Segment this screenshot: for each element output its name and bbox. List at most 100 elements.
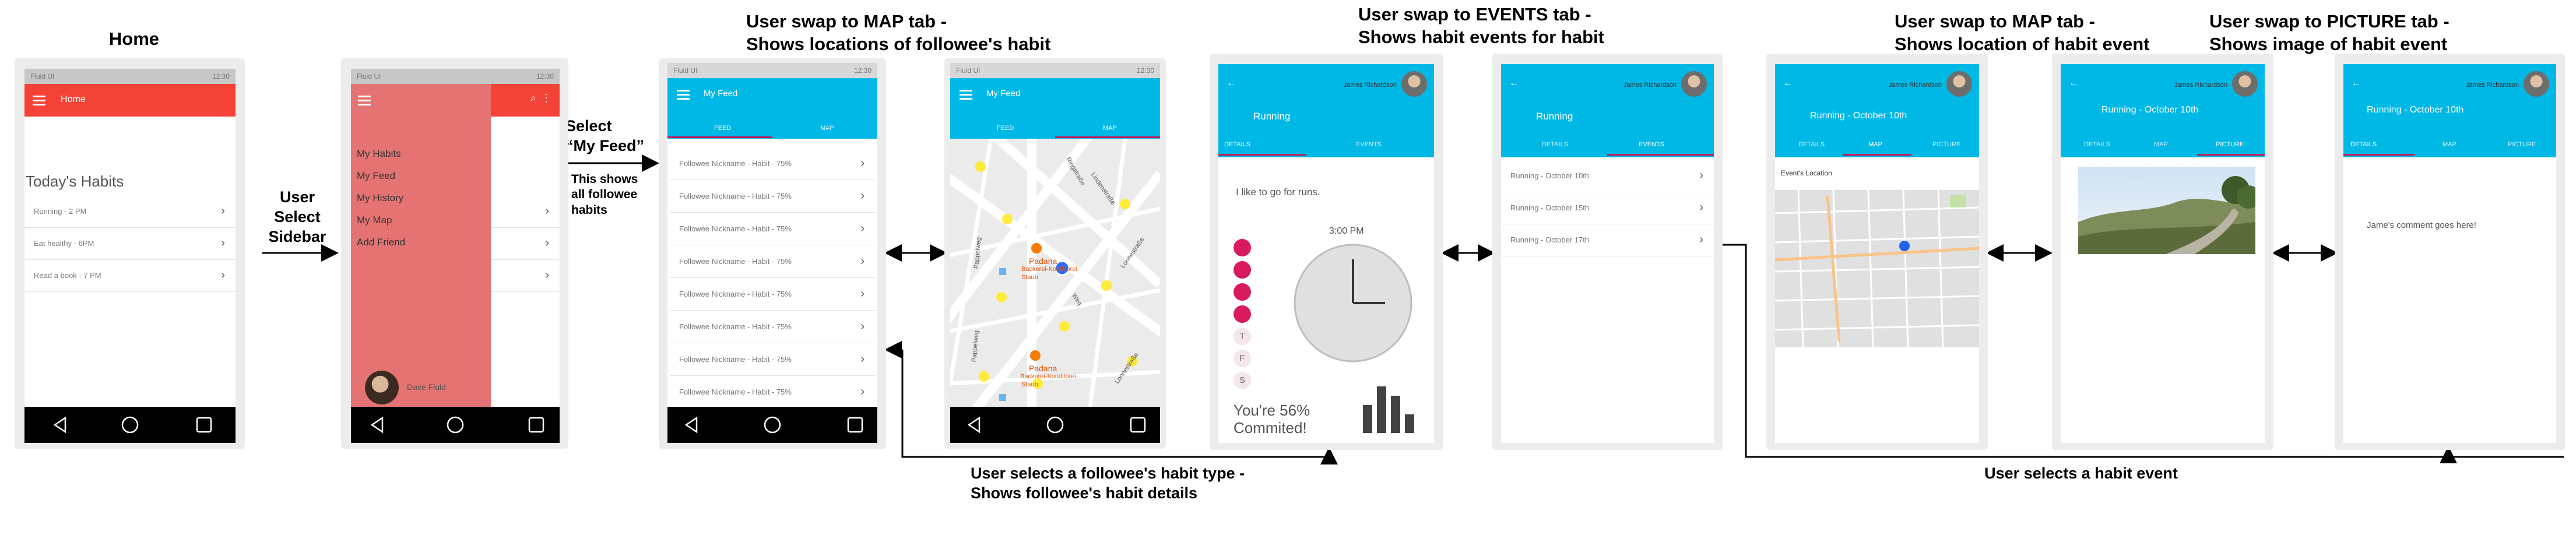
back-arrow-icon[interactable]: ← (1227, 78, 1236, 89)
tab-feed[interactable]: FEED (997, 125, 1014, 132)
chevron-right-icon: › (1699, 169, 1703, 182)
feed-row[interactable]: Followee Nickname - Habit - 75% › (670, 311, 875, 343)
more-icon[interactable]: ⋮ (541, 92, 551, 104)
chevron-right-icon: › (860, 353, 864, 365)
events-tabs: DETAILS EVENTS (1501, 134, 1714, 156)
event-row[interactable]: Running - October 10th › (1501, 160, 1714, 192)
home-icon[interactable] (764, 416, 781, 434)
event-title: Running - October 10th (1810, 111, 1907, 121)
event-details-app-bar: ← James Richardson Running - October 10t… (2343, 64, 2556, 157)
sidebar-item-add-friend[interactable]: Add Friend (357, 237, 405, 248)
tab-details[interactable]: DETAILS (2084, 141, 2110, 148)
menu-icon[interactable] (960, 87, 972, 102)
feed-row[interactable]: Followee Nickname - Habit - 75% › (670, 181, 875, 213)
feed-row-label: Followee Nickname - Habit - 75% (679, 355, 792, 364)
back-icon[interactable] (684, 416, 698, 434)
back-icon[interactable] (370, 416, 384, 434)
tab-picture[interactable]: PICTURE (2508, 141, 2536, 148)
tab-map[interactable]: MAP (2443, 141, 2456, 148)
sidebar-item-my-history[interactable]: My History (357, 192, 403, 204)
tab-details[interactable]: DETAILS (1542, 141, 1568, 148)
recents-icon[interactable] (847, 417, 863, 433)
status-bar: Fluid UI 12:30 (351, 69, 560, 84)
event-row[interactable]: Running - October 17th › (1501, 224, 1714, 256)
back-arrow-icon[interactable]: ← (1783, 78, 1793, 89)
recents-icon[interactable] (528, 417, 544, 433)
details-tabs: DETAILS EVENTS (1218, 134, 1434, 156)
profile-name: James Richardson (1343, 82, 1397, 89)
back-arrow-icon[interactable]: ← (2069, 78, 2078, 89)
chevron-right-icon: › (1699, 233, 1703, 246)
screen-event-map: ← James Richardson Running - October 10t… (1775, 64, 1979, 443)
menu-icon[interactable] (677, 87, 690, 102)
feed-row[interactable]: Followee Nickname - Habit - 75% › (670, 246, 875, 278)
tab-picture[interactable]: PICTURE (1932, 141, 1960, 148)
tab-map[interactable]: MAP (2154, 141, 2168, 148)
sidebar-item-my-map[interactable]: My Map (357, 214, 392, 226)
tab-map[interactable]: MAP (1868, 141, 1882, 148)
habit-row[interactable]: Read a book - 7 PM › (24, 260, 236, 292)
tab-events[interactable]: EVENTS (1356, 141, 1382, 148)
nav-bar (667, 407, 877, 443)
feed-row-label: Followee Nickname - Habit - 75% (679, 290, 792, 298)
feed-row[interactable]: Followee Nickname - Habit - 75% › (670, 148, 875, 180)
feed-row[interactable]: Followee Nickname - Habit - 75% › (670, 279, 875, 311)
home-icon[interactable] (1046, 416, 1064, 434)
bar-chart-icon (1363, 386, 1414, 433)
map-poi-label: Backerei-Konditorei (1020, 373, 1076, 380)
tab-events[interactable]: EVENTS (1639, 141, 1664, 148)
profile-name: James Richardson (1623, 82, 1677, 89)
clock-label: 12:30 (1136, 66, 1154, 75)
event-row[interactable]: Running - October 15th › (1501, 192, 1714, 224)
event-location-map (1775, 190, 1979, 347)
back-icon[interactable] (967, 416, 981, 434)
event-picture-app-bar: ← James Richardson Running - October 10t… (2061, 64, 2265, 157)
feed-row[interactable]: Followee Nickname - Habit - 75% › (670, 344, 875, 376)
menu-icon[interactable] (358, 93, 371, 108)
menu-icon[interactable] (33, 93, 45, 108)
home-icon[interactable] (447, 416, 464, 434)
weekday-indicator[interactable] (1233, 283, 1251, 301)
weekday-indicator[interactable] (1233, 305, 1251, 323)
tab-map[interactable]: MAP (1103, 125, 1117, 132)
habit-row[interactable]: Running - 2 PM › (24, 196, 236, 228)
weekday-indicator[interactable]: S (1233, 372, 1251, 389)
habit-label: Running - 2 PM (34, 207, 87, 216)
weekday-indicator[interactable]: F (1233, 350, 1251, 367)
recents-icon[interactable] (1130, 417, 1146, 433)
sidebar-item-my-habits[interactable]: My Habits (357, 148, 401, 160)
tab-details[interactable]: DETAILS (1224, 141, 1250, 148)
tab-picture[interactable]: PICTURE (2216, 141, 2244, 148)
tab-map[interactable]: MAP (820, 125, 834, 132)
recents-icon[interactable] (196, 417, 212, 433)
tab-feed[interactable]: FEED (714, 125, 731, 132)
tab-events-indicator (1607, 154, 1714, 156)
tab-details[interactable]: DETAILS (1798, 141, 1825, 148)
back-arrow-icon[interactable]: ← (2352, 78, 2361, 89)
carrier-label: Fluid UI (357, 72, 381, 80)
nav-bar (24, 407, 236, 443)
event-details-tabs: DETAILS MAP PICTURE (2343, 134, 2556, 156)
habit-row[interactable]: Eat healthy - 6PM › (24, 228, 236, 260)
profile-avatar (1401, 71, 1427, 97)
feed-map-app-bar: My Feed FEED MAP (950, 78, 1160, 139)
weekday-indicator[interactable]: T (1233, 328, 1251, 345)
weekday-indicator[interactable] (1233, 239, 1251, 256)
tab-details[interactable]: DETAILS (2350, 141, 2377, 148)
sidebar-item-my-feed[interactable]: My Feed (357, 170, 395, 182)
feed-row[interactable]: Followee Nickname - Habit - 75% › (670, 376, 875, 409)
home-icon[interactable] (121, 416, 139, 434)
search-icon[interactable]: ⌕ (530, 92, 536, 104)
section-title: Today's Habits (26, 173, 124, 190)
screen-details: ← James Richardson Running DETAILS EVENT… (1218, 64, 1434, 443)
feed-map-tabs: FEED MAP (950, 118, 1160, 139)
chevron-right-icon: › (221, 237, 225, 249)
feed-row-label: Followee Nickname - Habit - 75% (679, 224, 792, 233)
back-arrow-icon[interactable]: ← (1509, 78, 1519, 89)
chevron-right-icon: › (860, 385, 864, 398)
weekday-indicator[interactable] (1233, 261, 1251, 279)
map-poi-label: Padana (1029, 364, 1057, 373)
event-map-tabs: DETAILS MAP PICTURE (1775, 134, 1979, 156)
back-icon[interactable] (53, 416, 66, 434)
feed-row[interactable]: Followee Nickname - Habit - 75% › (670, 213, 875, 245)
